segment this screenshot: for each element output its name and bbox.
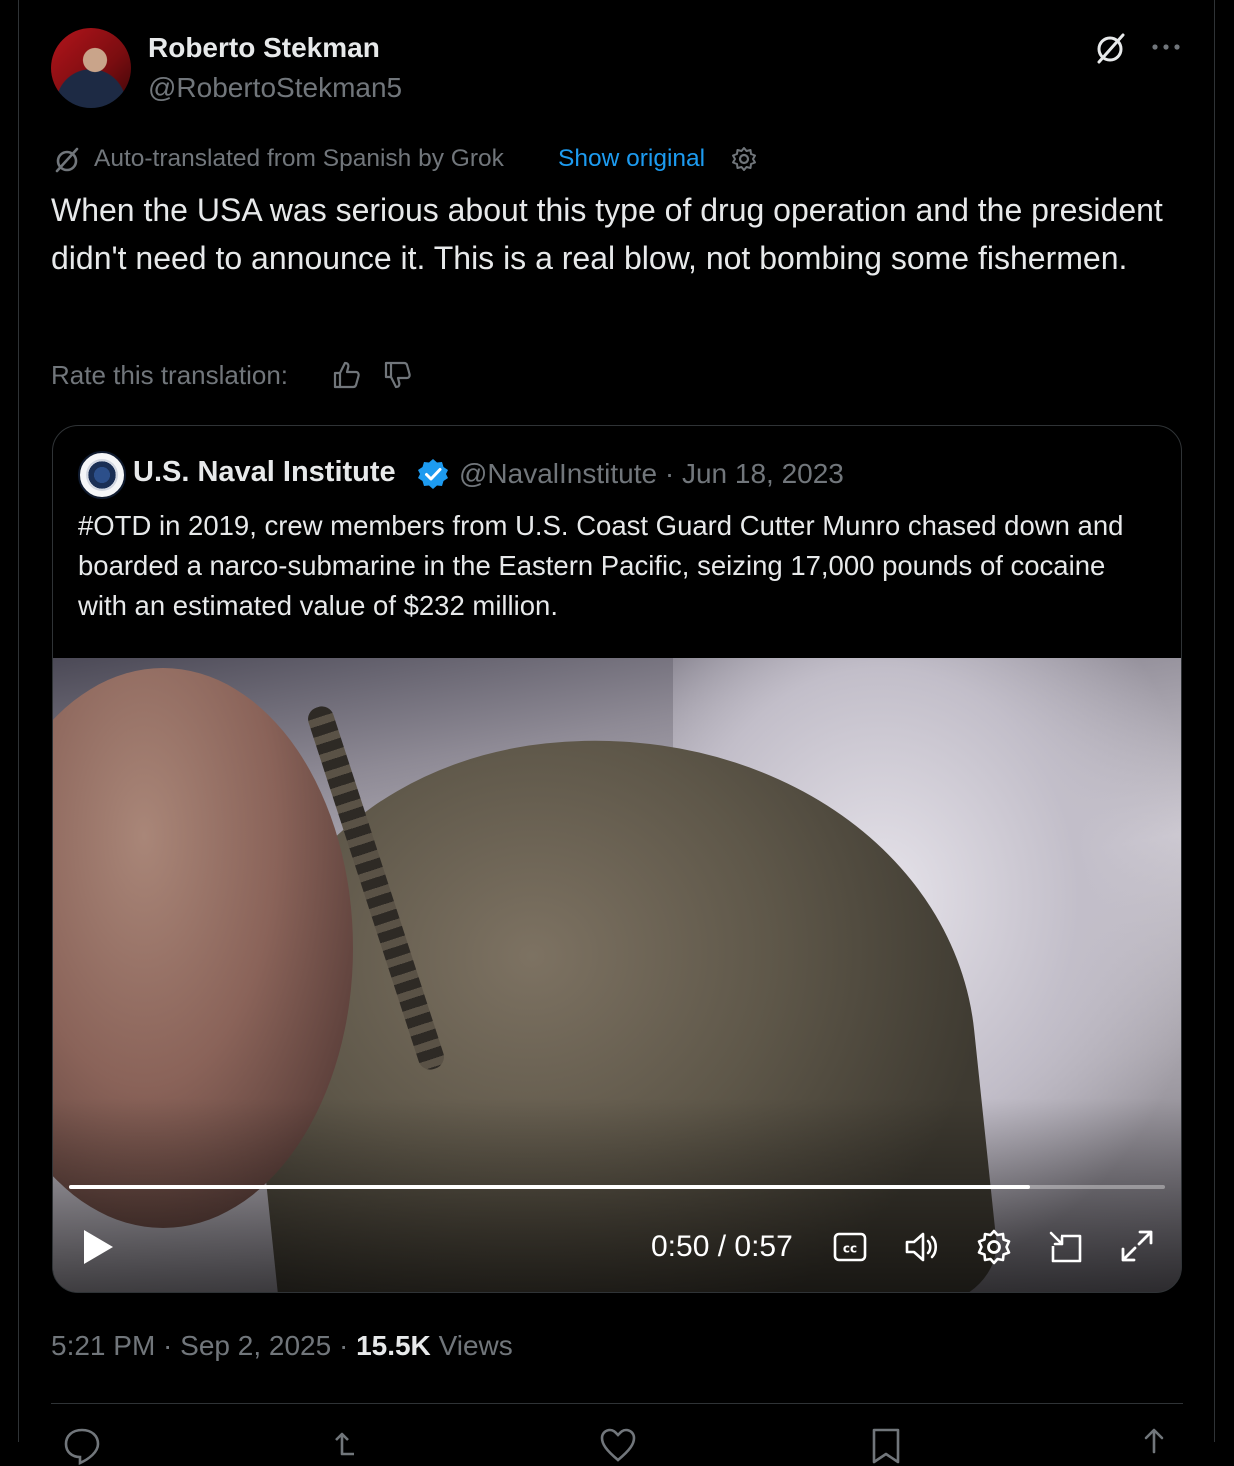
like-icon[interactable] xyxy=(598,1426,638,1466)
divider xyxy=(51,1403,1183,1404)
svg-text:cc: cc xyxy=(843,1242,857,1256)
volume-icon[interactable] xyxy=(903,1228,941,1266)
quoted-tweet-card[interactable]: U.S. Naval Institute @NavalInstitute · J… xyxy=(52,425,1182,1293)
verified-badge-icon xyxy=(418,459,448,489)
thumbs-down-icon[interactable] xyxy=(382,360,412,390)
show-original-link[interactable]: Show original xyxy=(558,145,705,173)
author-avatar[interactable] xyxy=(51,28,131,108)
more-icon[interactable] xyxy=(1149,30,1183,64)
quoted-text: #OTD in 2019, crew members from U.S. Coa… xyxy=(78,510,1124,621)
grok-translate-icon xyxy=(55,147,79,173)
repost-icon[interactable] xyxy=(330,1426,370,1466)
gear-icon[interactable] xyxy=(730,145,758,173)
bookmark-icon[interactable] xyxy=(866,1426,906,1466)
video-progress-fill xyxy=(69,1185,1031,1189)
rate-translation-label: Rate this translation: xyxy=(51,360,289,390)
video-time: 0:50 / 0:57 xyxy=(651,1230,793,1263)
author-name[interactable]: Roberto Stekman xyxy=(148,32,380,64)
views-label: Views xyxy=(438,1330,513,1361)
translation-notice: Auto-translated from Spanish by Grok xyxy=(94,145,504,172)
video-player[interactable]: 0:50 / 0:57 cc xyxy=(53,658,1181,1292)
post-time[interactable]: 5:21 PM · Sep 2, 2025 · xyxy=(51,1330,356,1361)
thumbs-up-icon[interactable] xyxy=(331,360,361,390)
quoted-handle-date: @NavalInstitute · Jun 18, 2023 xyxy=(459,458,844,489)
video-progress-bar[interactable] xyxy=(69,1185,1165,1189)
pip-icon[interactable] xyxy=(1047,1228,1085,1266)
settings-gear-icon[interactable] xyxy=(975,1228,1013,1266)
post-text: When the USA was serious about this type… xyxy=(51,192,1163,276)
views-count: 15.5K xyxy=(356,1330,431,1361)
fullscreen-icon[interactable] xyxy=(1119,1228,1155,1264)
share-icon[interactable] xyxy=(1134,1426,1174,1466)
grok-icon[interactable] xyxy=(1093,30,1129,66)
quoted-author-name[interactable]: U.S. Naval Institute xyxy=(133,456,396,489)
quoted-author-avatar[interactable] xyxy=(78,451,126,499)
author-handle[interactable]: @RobertoStekman5 xyxy=(148,72,402,104)
play-icon[interactable] xyxy=(81,1228,115,1266)
reply-icon[interactable] xyxy=(62,1426,102,1466)
captions-icon[interactable]: cc xyxy=(833,1230,867,1264)
post-timestamp: 5:21 PM · Sep 2, 2025 · 15.5K Views xyxy=(51,1330,513,1362)
